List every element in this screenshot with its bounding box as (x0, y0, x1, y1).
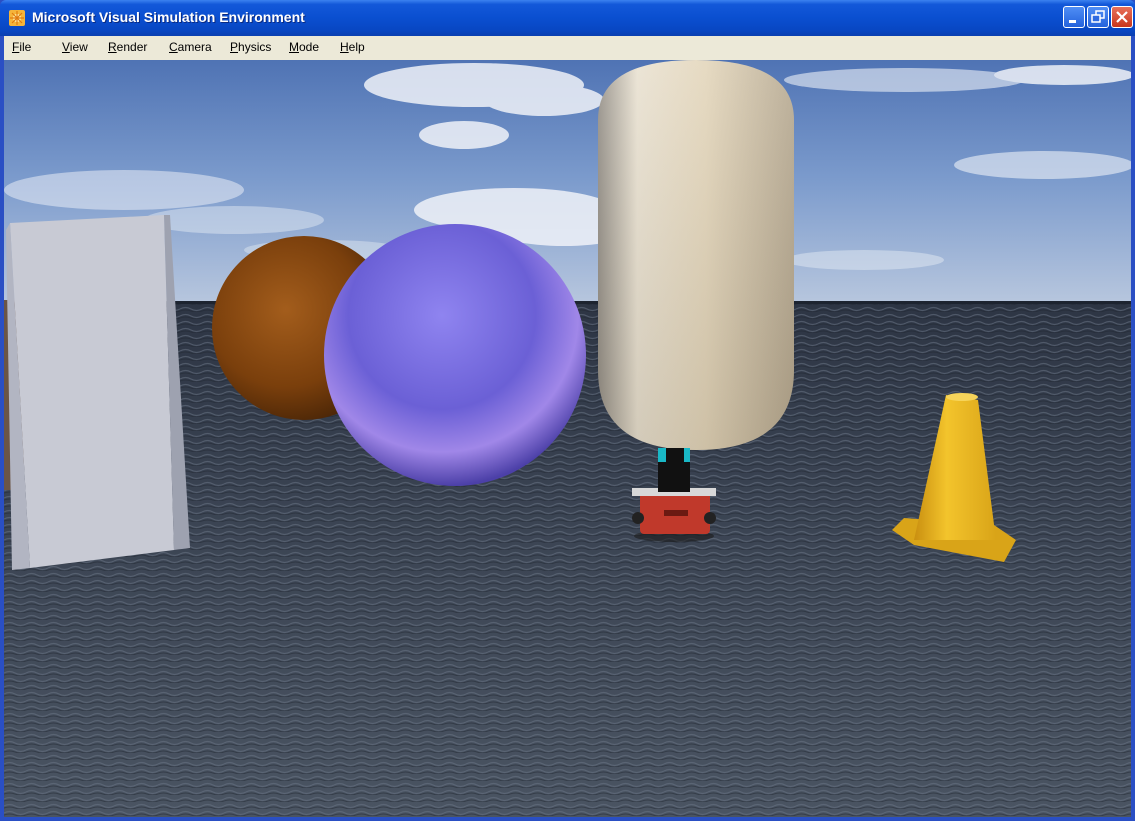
restore-button[interactable] (1087, 6, 1109, 28)
menu-view[interactable]: View (62, 40, 88, 54)
menu-view-rest: iew (69, 40, 88, 54)
restore-icon (1091, 10, 1105, 23)
title-bar[interactable]: Microsoft Visual Simulation Environment (0, 0, 1135, 36)
menu-help-rest: elp (348, 40, 365, 54)
menu-physics-key: P (230, 40, 239, 54)
menu-physics-rest: hysics (238, 40, 272, 54)
window-title: Microsoft Visual Simulation Environment (32, 9, 305, 25)
menu-render[interactable]: Render (108, 40, 147, 54)
close-icon (1116, 11, 1128, 23)
minimize-button[interactable] (1063, 6, 1085, 28)
scene-canvas (4, 60, 1131, 817)
app-window: Microsoft Visual Simulation Environment … (0, 0, 1135, 821)
app-icon (9, 10, 25, 26)
menu-mode-rest: ode (299, 40, 320, 54)
menu-physics[interactable]: Physics (230, 40, 271, 54)
menu-file[interactable]: File (12, 40, 31, 54)
menu-camera[interactable]: Camera (169, 40, 212, 54)
menu-bar: File View Render Camera Physics Mode Hel… (4, 36, 1131, 60)
menu-mode[interactable]: Mode (289, 40, 319, 54)
menu-file-rest: ile (19, 40, 32, 54)
close-button[interactable] (1111, 6, 1133, 28)
simulation-viewport[interactable] (4, 60, 1131, 817)
gray-box (6, 215, 190, 570)
minimize-icon (1069, 20, 1076, 23)
menu-view-key: V (62, 40, 70, 54)
menu-camera-rest: amera (177, 40, 212, 54)
menu-mode-key: M (289, 40, 299, 54)
menu-camera-key: C (169, 40, 178, 54)
blue-sphere (324, 224, 586, 486)
menu-help-key: H (340, 40, 349, 54)
menu-render-key: R (108, 40, 117, 54)
capsule (598, 60, 794, 450)
menu-render-rest: ender (116, 40, 148, 54)
menu-help[interactable]: Help (340, 40, 365, 54)
